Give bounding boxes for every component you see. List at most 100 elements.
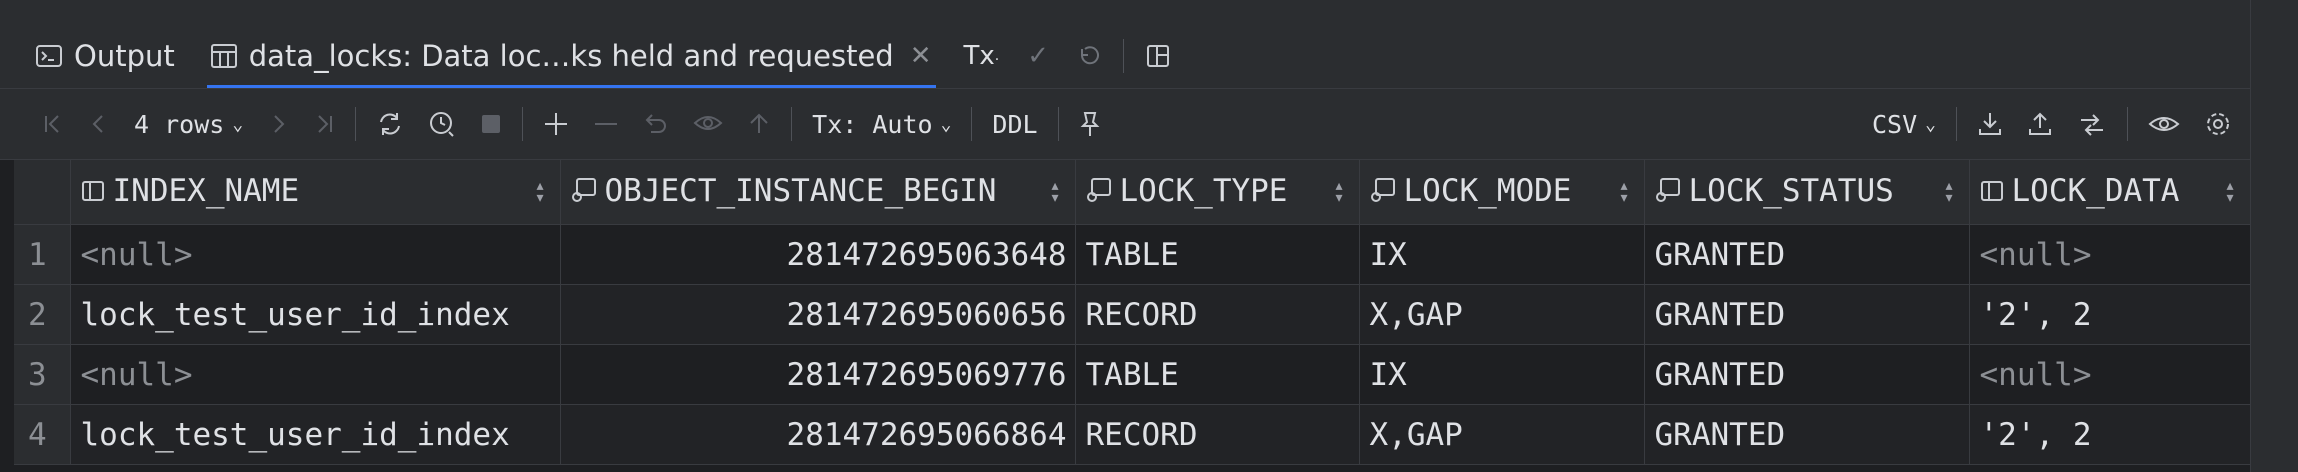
- revert-icon[interactable]: [631, 88, 681, 160]
- column-header-index-name[interactable]: INDEX_NAME ▴ ▾: [70, 160, 561, 225]
- cell-lock-type[interactable]: RECORD: [1075, 284, 1360, 345]
- cell-lock-data[interactable]: <null>: [1969, 224, 2251, 285]
- cell-lock-data[interactable]: <null>: [1969, 344, 2251, 405]
- download-icon[interactable]: [1965, 88, 2015, 160]
- key-column-icon: [1086, 175, 1112, 211]
- sort-icon[interactable]: ▴ ▾: [1050, 177, 1061, 207]
- tab-divider: [1123, 39, 1125, 73]
- delete-row-icon[interactable]: [581, 88, 631, 160]
- upload-icon[interactable]: [2015, 88, 2065, 160]
- cell-lock-status[interactable]: GRANTED: [1644, 284, 1970, 345]
- cell-lock-type[interactable]: TABLE: [1075, 224, 1360, 285]
- column-header-label: LOCK_MODE: [1403, 173, 1572, 210]
- cell-index-name[interactable]: lock_test_user_id_index: [70, 284, 561, 345]
- first-page-icon[interactable]: [30, 88, 76, 160]
- table-row[interactable]: 4 lock_test_user_id_index 28147269506686…: [14, 404, 2251, 465]
- cell-index-name[interactable]: lock_test_user_id_index: [70, 404, 561, 465]
- commit-check-icon[interactable]: ✓: [1013, 24, 1063, 88]
- key-column-icon: [571, 175, 597, 211]
- chevron-down-icon: ⌄: [940, 113, 952, 135]
- column-header-object-instance-begin[interactable]: OBJECT_INSTANCE_BEGIN ▴ ▾: [560, 160, 1076, 225]
- tx-commit-label[interactable]: Tx.: [950, 24, 1014, 88]
- prev-page-icon[interactable]: [76, 88, 122, 160]
- row-number[interactable]: 3: [14, 344, 71, 405]
- add-row-icon[interactable]: [531, 88, 581, 160]
- cell-lock-mode[interactable]: X,GAP: [1359, 284, 1645, 345]
- close-tab-icon[interactable]: ✕: [910, 41, 932, 71]
- cell-lock-type[interactable]: RECORD: [1075, 404, 1360, 465]
- row-number-header: [14, 160, 71, 225]
- row-number[interactable]: 2: [14, 284, 71, 345]
- chevron-down-icon: ⌄: [232, 113, 244, 135]
- sort-icon[interactable]: ▴ ▾: [1619, 177, 1630, 207]
- preview-changes-icon[interactable]: [681, 88, 735, 160]
- table-row[interactable]: 1 <null> 281472695063648 TABLE IX GRANTE…: [14, 224, 2251, 285]
- compare-icon[interactable]: [2065, 88, 2119, 160]
- export-format-dropdown[interactable]: CSV ⌄: [1860, 88, 1948, 160]
- layout-toggle-icon[interactable]: [1132, 24, 1184, 88]
- cell-lock-status[interactable]: GRANTED: [1644, 224, 1970, 285]
- cell-lock-data[interactable]: '2', 2: [1969, 404, 2251, 465]
- cell-lock-mode[interactable]: IX: [1359, 344, 1645, 405]
- toolbar-divider: [1956, 107, 1957, 141]
- toolbar-divider: [1057, 107, 1059, 141]
- column-icon: [1980, 175, 2004, 211]
- rows-count-dropdown[interactable]: 4 rows ⌄: [122, 88, 255, 160]
- cell-object-instance-begin[interactable]: 281472695063648: [560, 224, 1076, 285]
- window-top-strip: [0, 0, 2250, 25]
- column-header-lock-status[interactable]: LOCK_STATUS ▴ ▾: [1644, 160, 1970, 225]
- result-toolbar: 4 rows ⌄ Tx: Auto ⌄ DDL CSV ⌄: [0, 88, 2250, 160]
- cell-index-name[interactable]: <null>: [70, 224, 561, 285]
- key-column-icon: [1655, 175, 1681, 211]
- column-header-lock-data[interactable]: LOCK_DATA ▴ ▾: [1969, 160, 2251, 225]
- toolbar-divider: [791, 107, 793, 141]
- terminal-icon: [36, 45, 62, 67]
- key-column-icon: [1370, 175, 1396, 211]
- cell-lock-mode[interactable]: X,GAP: [1359, 404, 1645, 465]
- cell-object-instance-begin[interactable]: 281472695066864: [560, 404, 1076, 465]
- cell-lock-data[interactable]: '2', 2: [1969, 284, 2251, 345]
- cell-object-instance-begin[interactable]: 281472695060656: [560, 284, 1076, 345]
- table-icon: [210, 44, 237, 68]
- table-row[interactable]: 2 lock_test_user_id_index 28147269506065…: [14, 284, 2251, 345]
- tx-mode-dropdown[interactable]: Tx: Auto ⌄: [800, 88, 963, 160]
- settings-gear-icon[interactable]: [2192, 88, 2244, 160]
- tab-data-locks-label: data_locks: Data loc…ks held and request…: [248, 39, 894, 73]
- column-icon: [81, 175, 105, 211]
- stop-icon[interactable]: [468, 88, 514, 160]
- toolbar-divider: [2127, 107, 2128, 141]
- last-page-icon[interactable]: [301, 88, 347, 160]
- row-number[interactable]: 4: [14, 404, 71, 465]
- cell-object-instance-begin[interactable]: 281472695069776: [560, 344, 1076, 405]
- column-header-lock-mode[interactable]: LOCK_MODE ▴ ▾: [1359, 160, 1645, 225]
- tab-output[interactable]: Output: [18, 24, 193, 88]
- next-page-icon[interactable]: [255, 88, 301, 160]
- submit-icon[interactable]: [735, 88, 783, 160]
- sort-icon[interactable]: ▴ ▾: [1334, 177, 1345, 207]
- row-number[interactable]: 1: [14, 224, 71, 285]
- tab-data-locks[interactable]: data_locks: Data loc…ks held and request…: [193, 24, 950, 88]
- results-grid: INDEX_NAME ▴ ▾ OBJECT_INSTANCE_BEGIN ▴ ▾ LOC…: [14, 160, 2251, 465]
- pin-icon[interactable]: [1067, 88, 1113, 160]
- tab-bar: Output data_locks: Data loc…ks held and …: [0, 24, 2250, 88]
- history-clock-icon[interactable]: [416, 88, 468, 160]
- refresh-icon[interactable]: [364, 88, 416, 160]
- table-row[interactable]: 3 <null> 281472695069776 TABLE IX GRANTE…: [14, 344, 2251, 405]
- sort-icon[interactable]: ▴ ▾: [1944, 177, 1955, 207]
- cell-lock-status[interactable]: GRANTED: [1644, 344, 1970, 405]
- view-eye-icon[interactable]: [2136, 88, 2192, 160]
- toolbar-divider: [522, 107, 524, 141]
- cell-lock-status[interactable]: GRANTED: [1644, 404, 1970, 465]
- sort-icon[interactable]: ▴ ▾: [535, 177, 546, 207]
- ddl-button[interactable]: DDL: [980, 88, 1049, 160]
- column-header-label: LOCK_STATUS: [1688, 173, 1894, 210]
- results-table: INDEX_NAME ▴ ▾ OBJECT_INSTANCE_BEGIN ▴ ▾ LOC…: [14, 160, 2251, 465]
- sort-icon[interactable]: ▴ ▾: [2225, 177, 2236, 207]
- toolbar-divider: [971, 107, 973, 141]
- cell-index-name[interactable]: <null>: [70, 344, 561, 405]
- tab-output-label: Output: [74, 39, 175, 73]
- rollback-icon[interactable]: [1063, 24, 1115, 88]
- cell-lock-type[interactable]: TABLE: [1075, 344, 1360, 405]
- column-header-lock-type[interactable]: LOCK_TYPE ▴ ▾: [1075, 160, 1360, 225]
- cell-lock-mode[interactable]: IX: [1359, 224, 1645, 285]
